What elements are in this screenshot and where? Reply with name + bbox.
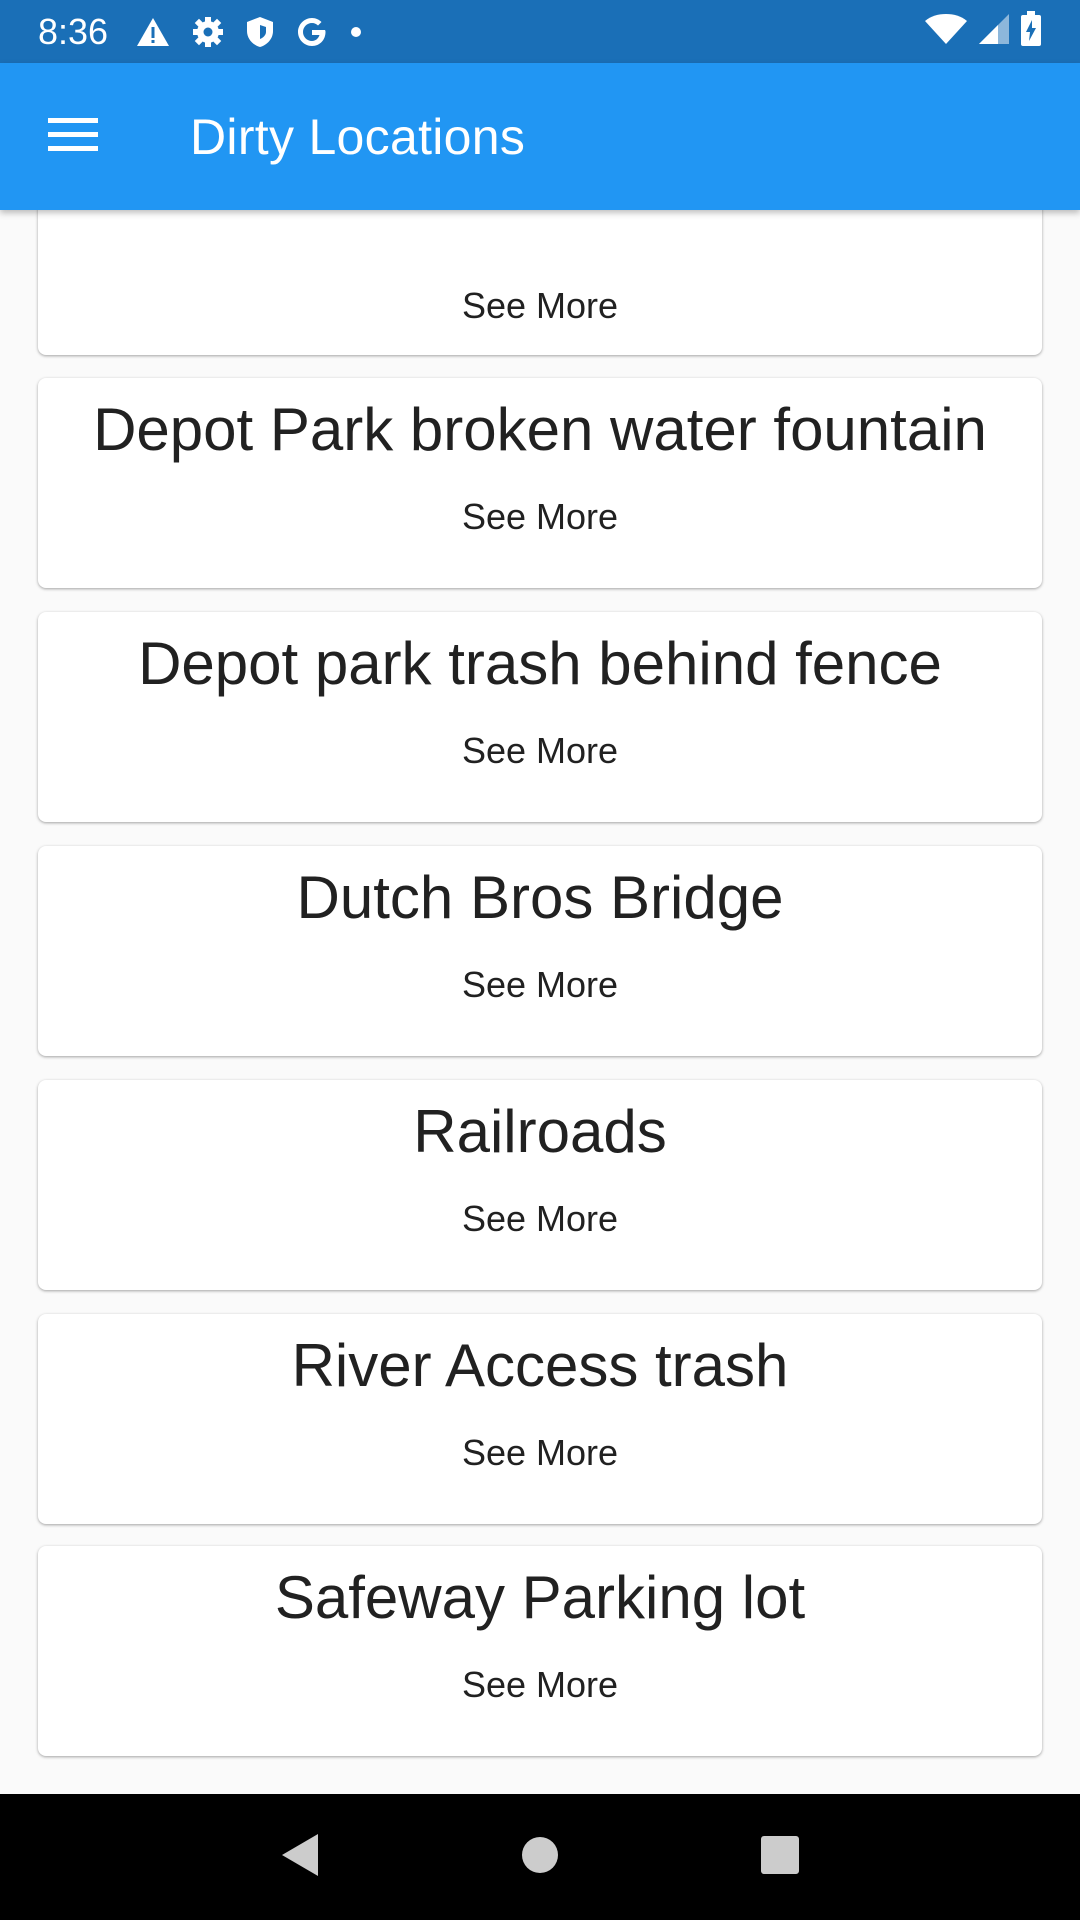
location-card: See More — [38, 210, 1042, 355]
google-icon — [296, 16, 328, 48]
location-card: River Access trash See More — [38, 1314, 1042, 1524]
home-icon — [520, 1835, 560, 1880]
status-icons — [136, 16, 362, 48]
wifi-icon — [924, 13, 968, 50]
menu-button[interactable] — [18, 63, 128, 210]
see-more-button[interactable]: See More — [442, 277, 638, 335]
warning-icon — [136, 17, 170, 47]
location-card: Depot park trash behind fence See More — [38, 612, 1042, 822]
status-bar: 8:36 — [0, 0, 1080, 63]
gear-icon — [192, 16, 224, 48]
page-title: Dirty Locations — [190, 108, 526, 165]
see-more-button[interactable]: See More — [442, 1190, 638, 1248]
nav-bar — [0, 1794, 1080, 1920]
dot-icon — [350, 26, 362, 38]
app-bar: Dirty Locations — [0, 63, 1080, 210]
see-more-button[interactable]: See More — [442, 1656, 638, 1714]
recents-button[interactable] — [740, 1817, 820, 1897]
home-button[interactable] — [500, 1817, 580, 1897]
recents-icon — [760, 1835, 800, 1880]
back-button[interactable] — [260, 1817, 340, 1897]
location-title: Railroads — [413, 1098, 667, 1165]
see-more-button[interactable]: See More — [442, 488, 638, 546]
status-right-icons — [924, 11, 1042, 52]
location-title: Dutch Bros Bridge — [296, 864, 784, 931]
status-time: 8:36 — [38, 10, 109, 52]
shield-icon — [246, 16, 274, 48]
location-card: Dutch Bros Bridge See More — [38, 846, 1042, 1056]
battery-icon — [1020, 11, 1042, 52]
location-title: Depot park trash behind fence — [138, 630, 942, 697]
location-title: Safeway Parking lot — [274, 1564, 806, 1631]
location-card: Railroads See More — [38, 1080, 1042, 1290]
location-card: Depot Park broken water fountain See Mor… — [38, 378, 1042, 588]
back-icon — [280, 1832, 320, 1883]
see-more-button[interactable]: See More — [442, 722, 638, 780]
location-title — [38, 210, 1042, 277]
signal-icon — [978, 13, 1010, 50]
see-more-button[interactable]: See More — [442, 1424, 638, 1482]
see-more-button[interactable]: See More — [442, 956, 638, 1014]
location-title: River Access trash — [291, 1332, 789, 1399]
locations-list[interactable]: See More Depot Park broken water fountai… — [0, 210, 1080, 1794]
location-card: Safeway Parking lot See More — [38, 1546, 1042, 1756]
location-title: Depot Park broken water fountain — [93, 396, 987, 463]
menu-icon — [48, 116, 98, 157]
